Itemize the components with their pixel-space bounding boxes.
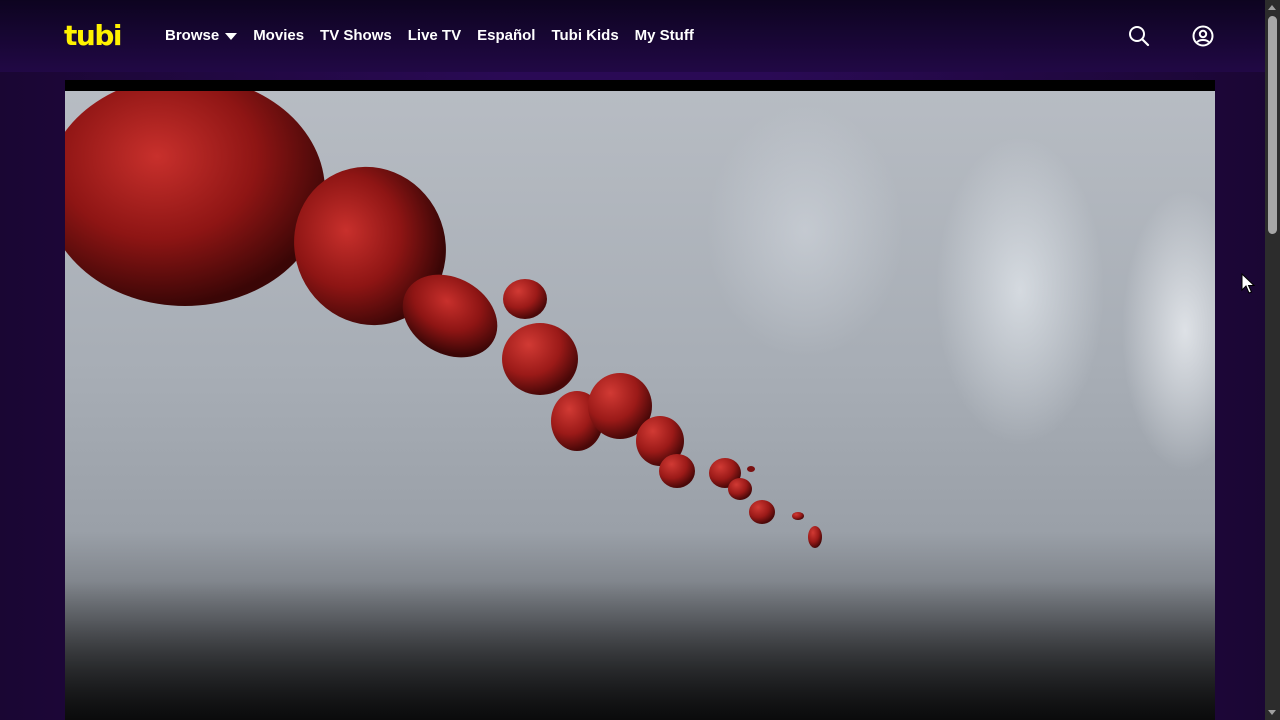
search-icon[interactable]	[1127, 24, 1151, 48]
nav-browse[interactable]: Browse	[165, 27, 238, 45]
page-scrollbar[interactable]	[1265, 0, 1280, 720]
scroll-down-arrow-icon[interactable]	[1268, 710, 1276, 715]
account-icon[interactable]	[1191, 24, 1215, 48]
video-scene-image	[65, 80, 1215, 720]
nav-tubi-kids[interactable]: Tubi Kids	[551, 27, 618, 45]
video-frame[interactable]	[65, 80, 1215, 720]
chevron-down-icon	[225, 32, 238, 40]
top-navigation-bar: tubi Browse Movies TV Shows Live TV Espa…	[0, 0, 1265, 72]
mouse-cursor-icon	[1241, 273, 1255, 294]
scroll-up-arrow-icon[interactable]	[1268, 5, 1276, 10]
nav-my-stuff[interactable]: My Stuff	[635, 27, 694, 45]
nav-movies[interactable]: Movies	[253, 27, 304, 45]
tubi-logo[interactable]: tubi	[64, 22, 122, 50]
nav-espanol[interactable]: Español	[477, 27, 535, 45]
scrollbar-thumb[interactable]	[1268, 16, 1277, 234]
nav-tv-shows[interactable]: TV Shows	[320, 27, 392, 45]
main-nav: Browse Movies TV Shows Live TV Español T…	[165, 27, 710, 45]
nav-browse-label: Browse	[165, 27, 220, 44]
nav-live-tv[interactable]: Live TV	[408, 27, 461, 45]
video-player[interactable]	[65, 80, 1215, 720]
